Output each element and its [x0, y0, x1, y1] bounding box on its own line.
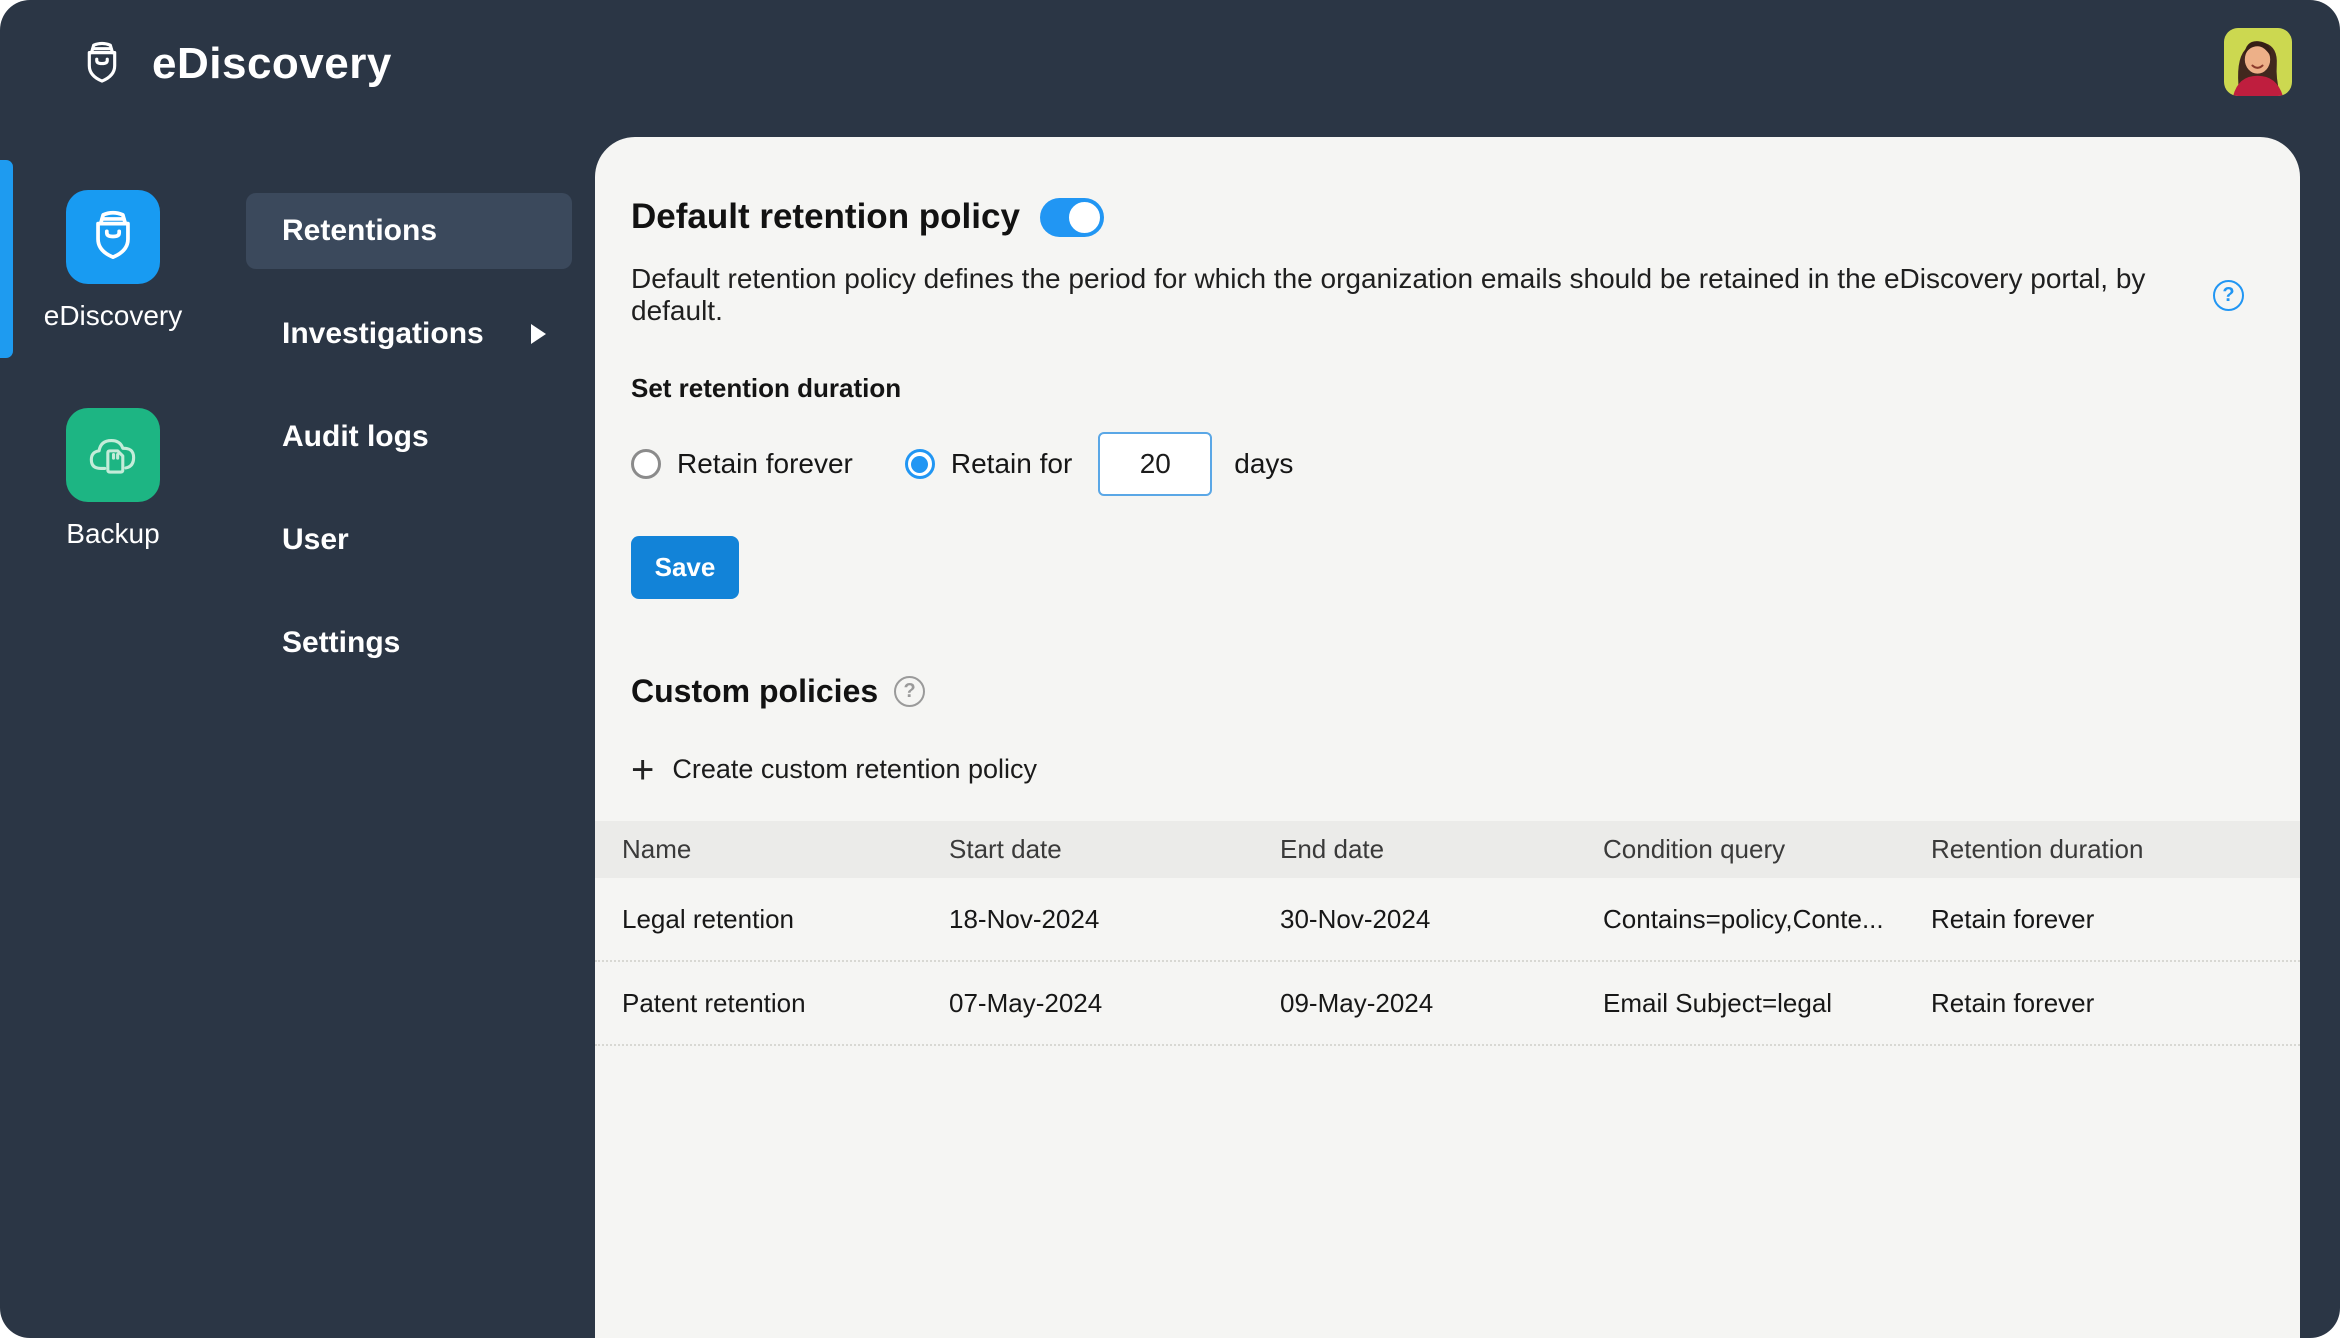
retention-options: Retain forever Retain for days — [631, 432, 2244, 496]
custom-policies-header: Custom policies ? — [631, 673, 2244, 710]
radio-retain-for[interactable] — [904, 449, 935, 479]
shield-vault-icon — [87, 41, 117, 83]
sidebar-item-investigations[interactable]: Investigations — [246, 296, 572, 372]
table-row[interactable]: Legal retention 18-Nov-2024 30-Nov-2024 … — [595, 878, 2300, 962]
ediscovery-tile — [66, 190, 160, 284]
table-row[interactable]: Patent retention 07-May-2024 09-May-2024… — [595, 962, 2300, 1046]
question-circle-icon[interactable]: ? — [2213, 279, 2244, 311]
cell-retention-duration: Retain forever — [1931, 903, 2095, 934]
create-custom-policy-label: Create custom retention policy — [672, 754, 1038, 784]
default-policy-header: Default retention policy — [631, 197, 2244, 237]
menu-item-label: Investigations — [282, 317, 484, 350]
menu-item-label: Audit logs — [282, 420, 429, 453]
create-custom-policy-button[interactable]: + Create custom retention policy — [631, 747, 1038, 792]
cell-end-date: 09-May-2024 — [1280, 987, 1434, 1018]
sidebar-item-settings[interactable]: Settings — [246, 605, 572, 681]
column-header-condition-query: Condition query — [1603, 834, 1786, 864]
menu-item-label: Retentions — [282, 214, 438, 247]
top-header: eDiscovery — [0, 0, 2340, 137]
default-policy-description-row: Default retention policy defines the per… — [631, 263, 2244, 327]
menu-item-label: Settings — [282, 626, 401, 659]
cell-condition-query: Email Subject=legal — [1603, 987, 1833, 1018]
days-suffix-label: days — [1234, 448, 1294, 479]
user-avatar[interactable] — [2224, 28, 2292, 96]
cloud-sdcard-icon — [89, 439, 136, 474]
menu-item-label: User — [282, 523, 349, 556]
cell-start-date: 18-Nov-2024 — [949, 903, 1100, 934]
sidebar-menu: Retentions Investigations Audit logs Use… — [246, 193, 572, 708]
duration-section-label: Set retention duration — [631, 373, 902, 403]
radio-label: Retain forever — [677, 448, 853, 479]
sidebar-item-audit-logs[interactable]: Audit logs — [246, 399, 572, 475]
sidebar-app-backup[interactable]: Backup — [0, 408, 226, 550]
sidebar-app-label: eDiscovery — [43, 300, 183, 331]
app-title: eDiscovery — [152, 39, 392, 88]
default-policy-description: Default retention policy defines the per… — [631, 263, 2146, 326]
section-title: Custom policies — [631, 673, 879, 709]
cell-start-date: 07-May-2024 — [949, 987, 1103, 1018]
sidebar-item-user[interactable]: User — [246, 502, 572, 578]
radio-label: Retain for — [950, 448, 1073, 479]
main-content: Default retention policy Default retenti… — [595, 137, 2300, 1338]
sidebar-item-retentions[interactable]: Retentions — [246, 193, 572, 269]
shield-vault-icon — [96, 210, 130, 259]
column-header-name: Name — [622, 834, 692, 864]
column-header-end-date: End date — [1280, 834, 1385, 864]
sidebar-app-ediscovery[interactable]: eDiscovery — [0, 190, 226, 332]
plus-icon: + — [631, 747, 655, 792]
cell-end-date: 30-Nov-2024 — [1280, 903, 1431, 934]
sidebar-app-label: Backup — [66, 518, 160, 549]
cell-condition-query: Contains=policy,Conte... — [1603, 903, 1884, 934]
custom-policies-table: Name Start date End date Condition query… — [595, 821, 2300, 1046]
chevron-right-icon — [531, 324, 546, 344]
column-header-retention-duration: Retention duration — [1931, 834, 2144, 864]
save-button[interactable]: Save — [631, 536, 739, 599]
table-header-row: Name Start date End date Condition query… — [595, 821, 2300, 878]
days-input[interactable] — [1098, 432, 1213, 496]
cell-retention-duration: Retain forever — [1931, 987, 2095, 1018]
toggle-knob — [1066, 199, 1102, 235]
avatar-photo — [2224, 28, 2292, 96]
cell-name: Legal retention — [622, 903, 795, 934]
page-title: Default retention policy — [631, 197, 1020, 236]
question-circle-icon[interactable]: ? — [894, 676, 926, 707]
radio-retain-forever[interactable] — [631, 449, 661, 479]
cell-name: Patent retention — [622, 987, 806, 1018]
brand: eDiscovery — [74, 32, 392, 96]
backup-tile — [66, 408, 160, 502]
app-window: eDiscovery eDiscovery Backup Retentions … — [0, 0, 2340, 1338]
default-policy-toggle[interactable] — [1039, 197, 1104, 237]
column-header-start-date: Start date — [949, 834, 1062, 864]
